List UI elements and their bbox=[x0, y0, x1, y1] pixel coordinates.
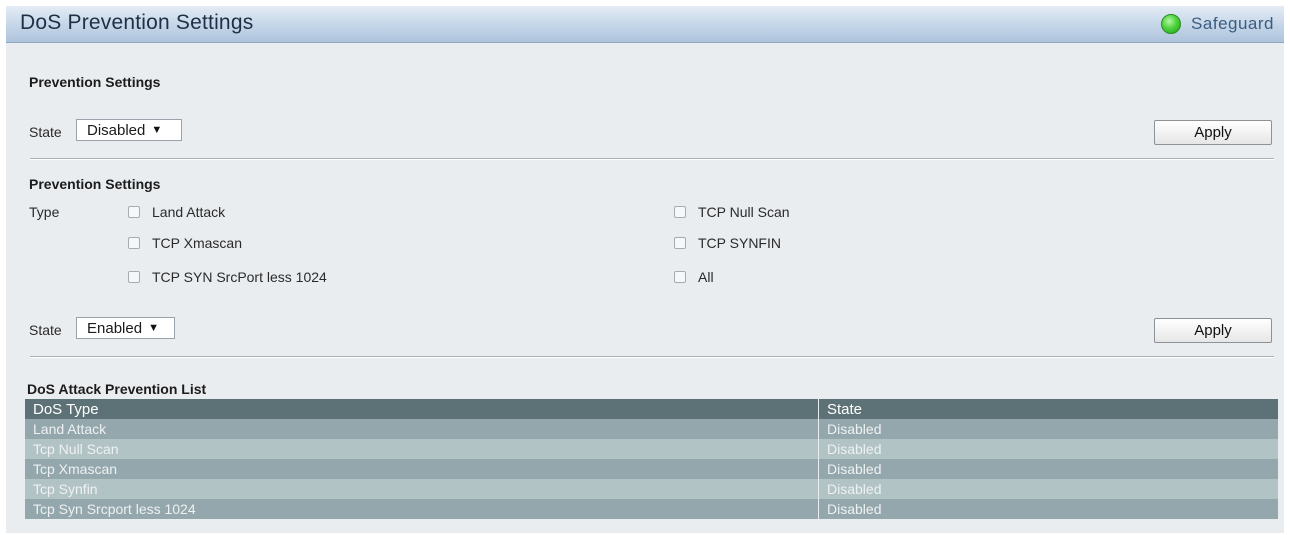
table-row: Tcp Synfin Disabled bbox=[25, 479, 1278, 499]
table-row: Land Attack Disabled bbox=[25, 419, 1278, 439]
status-light-icon bbox=[1161, 14, 1182, 34]
column-header-dos-type: DoS Type bbox=[25, 399, 819, 419]
option-label: TCP Null Scan bbox=[698, 204, 790, 220]
global-state-value: Disabled bbox=[87, 121, 146, 139]
option-label: All bbox=[698, 269, 714, 285]
option-tcp-synfin[interactable]: TCP SYNFIN bbox=[674, 235, 781, 251]
cell-dos-type: Land Attack bbox=[25, 419, 819, 439]
option-land-attack[interactable]: Land Attack bbox=[128, 204, 225, 220]
option-tcp-null-scan[interactable]: TCP Null Scan bbox=[674, 204, 790, 220]
cell-state: Disabled bbox=[818, 479, 1278, 499]
column-header-state: State bbox=[818, 399, 1278, 419]
option-label: TCP SYN SrcPort less 1024 bbox=[152, 269, 327, 285]
table-row: Tcp Syn Srcport less 1024 Disabled bbox=[25, 499, 1278, 519]
checkbox[interactable] bbox=[674, 271, 686, 283]
section-title-prevention-list: DoS Attack Prevention List bbox=[27, 381, 207, 397]
checkbox[interactable] bbox=[128, 206, 140, 218]
option-all[interactable]: All bbox=[674, 269, 714, 285]
checkbox[interactable] bbox=[128, 237, 140, 249]
option-tcp-xmascan[interactable]: TCP Xmascan bbox=[128, 235, 242, 251]
global-state-select[interactable]: Disabled ▼ bbox=[76, 119, 182, 141]
cell-dos-type: Tcp Syn Srcport less 1024 bbox=[25, 499, 819, 519]
state-label: State bbox=[29, 322, 62, 338]
cell-state: Disabled bbox=[818, 499, 1278, 519]
chevron-down-icon: ▼ bbox=[148, 322, 159, 334]
type-state-select[interactable]: Enabled ▼ bbox=[76, 317, 175, 339]
checkbox[interactable] bbox=[674, 206, 686, 218]
cell-dos-type: Tcp Xmascan bbox=[25, 459, 819, 479]
table-header-row: DoS Type State bbox=[25, 399, 1278, 419]
apply-button-type[interactable]: Apply bbox=[1154, 318, 1272, 343]
safeguard-label: Safeguard bbox=[1191, 14, 1274, 33]
option-label: TCP SYNFIN bbox=[698, 235, 781, 251]
dos-prevention-table: DoS Type State Land Attack Disabled Tcp … bbox=[25, 399, 1278, 519]
cell-state: Disabled bbox=[818, 459, 1278, 479]
title-bar: DoS Prevention Settings Safeguard bbox=[6, 6, 1284, 43]
type-label: Type bbox=[29, 204, 60, 220]
page-title: DoS Prevention Settings bbox=[20, 11, 254, 34]
state-label: State bbox=[29, 124, 62, 140]
option-label: Land Attack bbox=[152, 204, 226, 220]
type-state-value: Enabled bbox=[87, 319, 143, 337]
cell-dos-type: Tcp Synfin bbox=[25, 479, 819, 499]
apply-button-global[interactable]: Apply bbox=[1154, 120, 1272, 145]
section-title-prevention-type: Prevention Settings bbox=[29, 176, 161, 192]
divider bbox=[30, 356, 1274, 358]
dos-prevention-page: DoS Prevention Settings Safeguard Preven… bbox=[6, 6, 1284, 533]
chevron-down-icon: ▼ bbox=[151, 124, 163, 136]
cell-state: Disabled bbox=[818, 419, 1278, 439]
cell-dos-type: Tcp Null Scan bbox=[25, 439, 819, 459]
checkbox[interactable] bbox=[674, 237, 686, 249]
table-row: Tcp Xmascan Disabled bbox=[25, 459, 1278, 479]
option-label: TCP Xmascan bbox=[152, 235, 242, 251]
option-tcp-syn-srcport[interactable]: TCP SYN SrcPort less 1024 bbox=[128, 269, 327, 285]
table-row: Tcp Null Scan Disabled bbox=[25, 439, 1278, 459]
cell-state: Disabled bbox=[818, 439, 1278, 459]
section-title-prevention-settings: Prevention Settings bbox=[29, 74, 161, 90]
safeguard-indicator: Safeguard bbox=[1161, 13, 1274, 35]
divider bbox=[30, 158, 1274, 160]
checkbox[interactable] bbox=[128, 271, 140, 283]
